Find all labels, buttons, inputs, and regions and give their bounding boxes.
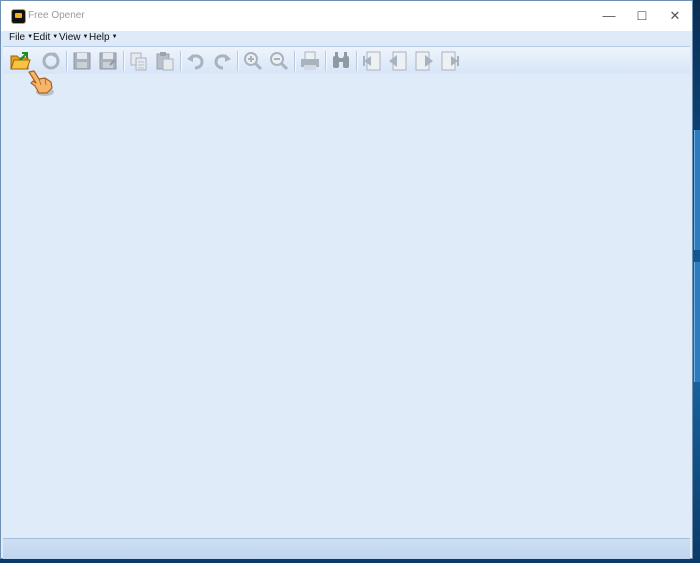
status-bar xyxy=(3,538,690,559)
undo-icon xyxy=(187,54,204,70)
paste-icon xyxy=(156,52,174,71)
document-view-area[interactable] xyxy=(3,74,690,538)
previous-page-icon xyxy=(389,51,407,71)
chevron-down-icon: ▼ xyxy=(111,34,118,40)
menu-edit[interactable]: Edit ▼ xyxy=(33,32,58,43)
copy-icon xyxy=(130,52,147,71)
print-button[interactable] xyxy=(299,50,321,72)
save-as-icon xyxy=(99,52,117,70)
toolbar-separator xyxy=(325,51,327,71)
app-icon xyxy=(11,9,26,24)
chevron-down-icon: ▼ xyxy=(82,34,89,40)
last-page-button[interactable] xyxy=(439,50,461,72)
next-page-button[interactable] xyxy=(413,50,435,72)
find-icon xyxy=(333,52,349,68)
desktop-window-edge xyxy=(694,262,700,382)
undo-button[interactable] xyxy=(185,50,207,72)
find-button[interactable] xyxy=(330,50,352,72)
toolbar-separator xyxy=(66,51,68,71)
toolbar-separator xyxy=(237,51,239,71)
toolbar-separator xyxy=(123,51,125,71)
window-title: Free Opener xyxy=(28,10,85,21)
previous-page-button[interactable] xyxy=(387,50,409,72)
save-button[interactable] xyxy=(71,50,93,72)
last-page-icon xyxy=(441,51,459,71)
menu-file[interactable]: File ▼ xyxy=(9,32,33,43)
app-window: Free Opener — ☐ ✕ File ▼ Edit ▼ View ▼ Help… xyxy=(0,0,693,559)
chevron-down-icon: ▼ xyxy=(52,34,59,40)
paste-button[interactable] xyxy=(154,50,176,72)
maximize-button[interactable]: ☐ xyxy=(625,6,659,26)
toolbar-separator xyxy=(180,51,182,71)
save-as-button[interactable] xyxy=(97,50,119,72)
redo-button[interactable] xyxy=(211,50,233,72)
zoom-in-icon xyxy=(244,52,263,71)
hand-cursor-icon xyxy=(25,68,57,100)
toolbar-separator xyxy=(356,51,358,71)
zoom-out-icon xyxy=(270,52,289,71)
close-button[interactable]: ✕ xyxy=(658,6,692,26)
first-page-button[interactable] xyxy=(361,50,383,72)
next-page-icon xyxy=(415,51,433,71)
save-icon xyxy=(73,52,91,70)
menu-view[interactable]: View ▼ xyxy=(59,32,88,43)
toolbar-separator xyxy=(294,51,296,71)
menu-help[interactable]: Help ▼ xyxy=(89,32,118,43)
print-icon xyxy=(301,51,319,70)
zoom-out-button[interactable] xyxy=(268,50,290,72)
first-page-icon xyxy=(363,51,381,71)
copy-button[interactable] xyxy=(128,50,150,72)
title-bar[interactable]: Free Opener — ☐ ✕ xyxy=(1,1,692,31)
redo-icon xyxy=(214,54,231,70)
zoom-in-button[interactable] xyxy=(242,50,264,72)
desktop-window-edge xyxy=(694,130,700,250)
toolbar xyxy=(3,46,690,75)
menu-bar: File ▼ Edit ▼ View ▼ Help ▼ xyxy=(1,31,692,45)
minimize-button[interactable]: — xyxy=(592,6,626,26)
